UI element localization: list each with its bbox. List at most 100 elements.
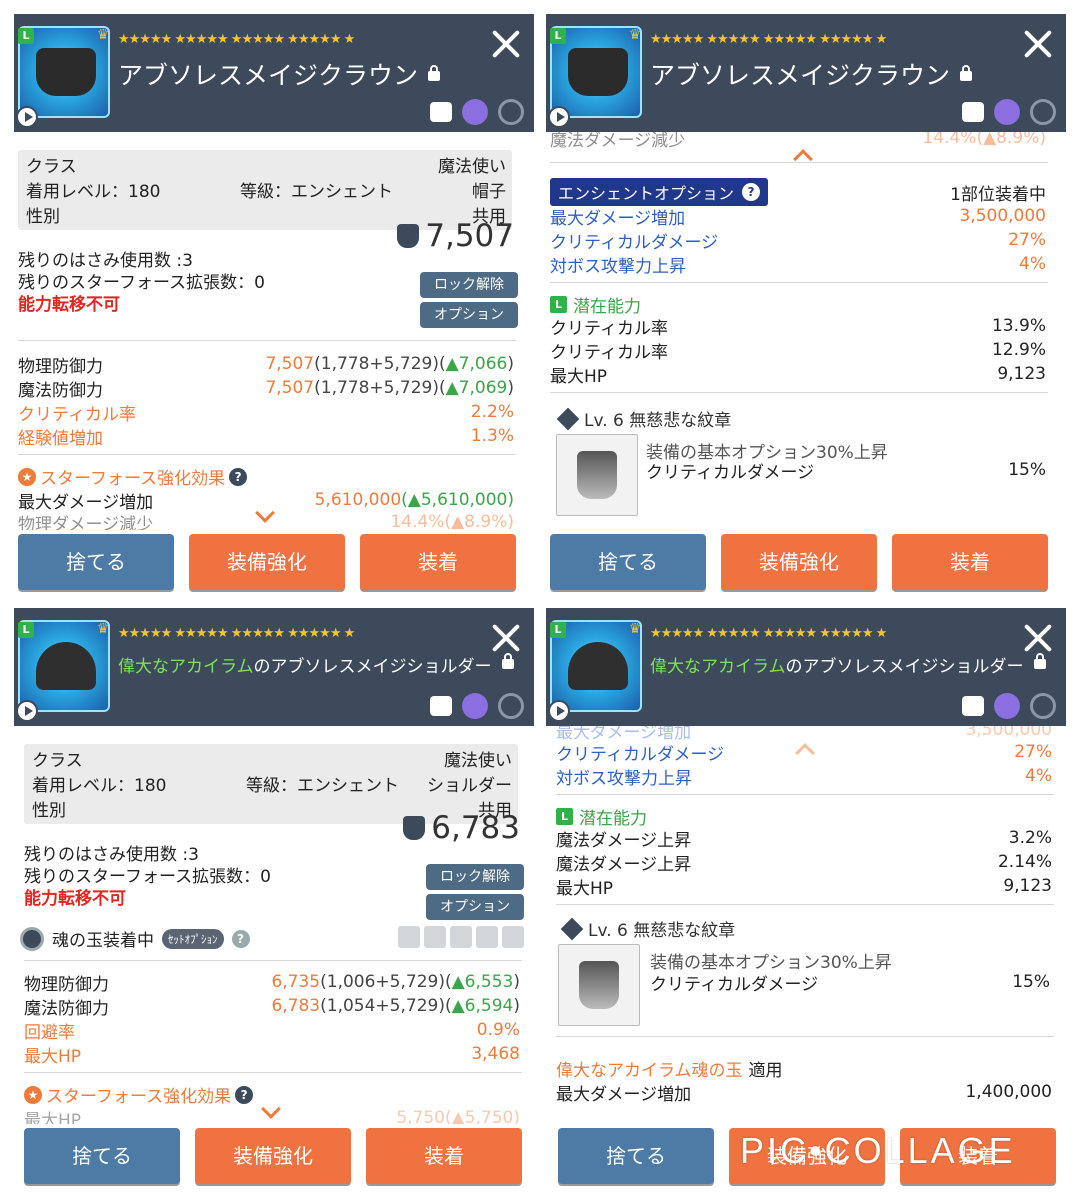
equip-button[interactable]: 装着 [892, 534, 1048, 590]
grade: 等級：エンシェント [240, 181, 393, 202]
divider [550, 162, 1048, 163]
divider [556, 1036, 1054, 1037]
stat-value: 27% [1008, 230, 1046, 250]
star-force-stars: ★★★★★ ★★★★★ ★★★★★ ★★★★★ ★ [650, 32, 887, 47]
share-icon[interactable] [430, 696, 452, 716]
close-icon[interactable] [1022, 622, 1054, 654]
stat-label: 経験値増加 [18, 428, 103, 449]
enhance-button[interactable]: 装備強化 [721, 534, 877, 590]
settings-icon[interactable] [1030, 99, 1056, 125]
header-tools [430, 692, 524, 720]
unlock-button[interactable]: ロック解除 [420, 272, 518, 298]
close-icon[interactable] [490, 28, 522, 60]
compare-icon[interactable] [462, 693, 488, 719]
help-icon[interactable]: ? [235, 1085, 254, 1104]
soul-applied: 適用 [748, 1060, 783, 1081]
settings-icon[interactable] [1030, 693, 1056, 719]
legendary-square-icon: L [550, 296, 567, 313]
stat-row: 物理防御力 7,507(1,778+5,729)(▲7,066) [18, 352, 514, 377]
play-icon[interactable] [548, 700, 570, 722]
play-icon[interactable] [548, 106, 570, 128]
item-name: 偉大なアカイラムのアブソレスメイジショルダー [118, 652, 514, 677]
legendary-badge: L [550, 622, 566, 638]
stat-value: 2.2% [470, 402, 514, 422]
share-icon[interactable] [962, 696, 984, 716]
stat-value: 1.3% [470, 426, 514, 446]
set-slot-icon [502, 926, 524, 948]
item-header: L ♛ ★★★★★ ★★★★★ ★★★★★ ★★★★★ ★ アブソレスメイジクラ… [14, 14, 534, 132]
item-name-text: のアブソレスメイジショルダー [785, 657, 1024, 677]
stat-detail: (1,778+5,729)( [314, 378, 446, 398]
item-panel-shoulder-options: L ♛ ★★★★★ ★★★★★ ★★★★★ ★★★★★ ★ 偉大なアカイラムのア… [546, 608, 1066, 1193]
stat-label: 物理防御力 [18, 356, 103, 377]
close-icon[interactable] [1022, 28, 1054, 60]
transfer-status: 能力転移不可 [18, 294, 120, 315]
item-details: 魔法ダメージ減少 14.4%(▲8.9%) エンシェントオプション? 1部位装着中… [546, 132, 1066, 530]
compare-icon[interactable] [994, 693, 1020, 719]
class-label: クラス [32, 750, 83, 771]
play-icon[interactable] [16, 700, 38, 722]
power-icon [403, 816, 426, 840]
item-name: アブソレスメイジクラウン [118, 56, 441, 92]
power-icon [397, 224, 420, 248]
stat-label: 魔法防御力 [24, 998, 109, 1019]
stat-label: 対ボス攻撃力上昇 [550, 256, 686, 277]
item-panel-crown-basic: L ♛ ★★★★★ ★★★★★ ★★★★★ ★★★★★ ★ アブソレスメイジクラ… [14, 14, 534, 599]
settings-icon[interactable] [498, 693, 524, 719]
divider [556, 794, 1054, 795]
lock-icon [960, 65, 973, 81]
stat-label: 魔法ダメージ上昇 [556, 830, 692, 851]
item-name-text: アブソレスメイジクラウン [650, 61, 951, 90]
diamond-icon [556, 407, 580, 430]
emblem-stat-row: クリティカルダメージ 15% [650, 970, 1050, 995]
set-option-badge[interactable]: ｾｯﾄｵﾌﾟｼｮﾝ [162, 928, 224, 949]
level-requirement: 着用レベル：180 [32, 775, 167, 796]
stat-value: 3,500,000 [965, 726, 1052, 740]
legendary-badge: L [550, 28, 566, 44]
stat-label: 物理防御力 [24, 974, 109, 995]
share-icon[interactable] [430, 102, 452, 122]
stat-label: 魔法ダメージ減少 [550, 132, 686, 151]
stat-row: 回避率 0.9% [24, 1018, 520, 1043]
stat-row-cut: 魔法ダメージ減少 14.4%(▲8.9%) [550, 132, 1046, 151]
unlock-button[interactable]: ロック解除 [426, 864, 524, 890]
soul-applied-row: 偉大なアカイラム魂の玉 適用 [556, 1056, 1052, 1081]
stat-label: クリティカル率 [550, 342, 668, 363]
stat-value: 12.9% [991, 340, 1046, 360]
help-icon[interactable]: ? [229, 467, 248, 486]
settings-icon[interactable] [498, 99, 524, 125]
stat-row: 魔法ダメージ上昇 3.2% [556, 826, 1052, 851]
divider [550, 392, 1048, 393]
header-tools [430, 98, 524, 126]
discard-button[interactable]: 捨てる [550, 534, 706, 590]
stat-label: 魔法ダメージ上昇 [556, 854, 692, 875]
compare-icon[interactable] [462, 99, 488, 125]
enhance-button[interactable]: 装備強化 [189, 534, 345, 590]
compare-icon[interactable] [994, 99, 1020, 125]
option-button[interactable]: オプション [420, 302, 518, 328]
set-slot-icon [450, 926, 472, 948]
enhance-button[interactable]: 装備強化 [195, 1128, 351, 1184]
stat-value: 1,400,000 [965, 1082, 1052, 1102]
stat-detail: (1,054+5,729)( [320, 996, 452, 1016]
item-header: L ♛ ★★★★★ ★★★★★ ★★★★★ ★★★★★ ★ 偉大なアカイラムのア… [546, 608, 1066, 726]
chevron-up-icon[interactable] [793, 149, 813, 169]
set-slot-icon [476, 926, 498, 948]
soul-status: 魂の玉装着中 ｾｯﾄｵﾌﾟｼｮﾝ? [20, 926, 250, 951]
equip-button[interactable]: 装着 [366, 1128, 522, 1184]
share-icon[interactable] [962, 102, 984, 122]
help-icon[interactable]: ? [231, 929, 250, 948]
level-requirement: 着用レベル：180 [26, 181, 161, 202]
discard-button[interactable]: 捨てる [24, 1128, 180, 1184]
discard-button[interactable]: 捨てる [558, 1128, 714, 1184]
emblem-title-text: Lv. 6 無慈悲な紋章 [584, 411, 732, 431]
option-button[interactable]: オプション [426, 894, 524, 920]
emblem-image [556, 434, 638, 516]
play-icon[interactable] [16, 106, 38, 128]
stat-value: 2.14% [997, 852, 1052, 872]
stat-close: ) [507, 378, 514, 398]
close-icon[interactable] [490, 622, 522, 654]
stat-close: ) [513, 996, 520, 1016]
equip-button[interactable]: 装着 [360, 534, 516, 590]
discard-button[interactable]: 捨てる [18, 534, 174, 590]
